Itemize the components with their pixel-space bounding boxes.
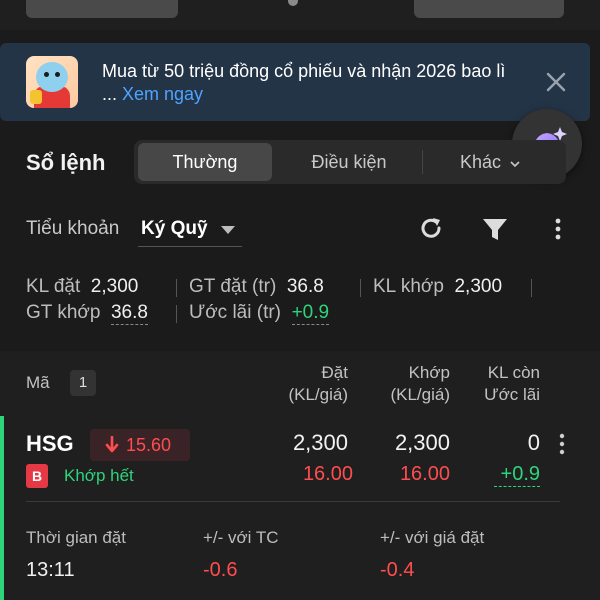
row-uoc-lai: +0.9	[494, 463, 540, 487]
current-price: 15.60	[126, 435, 172, 455]
promo-link[interactable]: Xem ngay	[122, 84, 203, 104]
tab-divider	[422, 150, 423, 174]
kl-con: 0	[527, 430, 540, 455]
close-icon[interactable]	[544, 70, 568, 94]
stat-uoc-lai: Ước lãi (tr) +0.9	[189, 302, 330, 325]
order-status: Khớp hết	[64, 466, 134, 485]
order-time-label: Thời gian đặt	[26, 528, 126, 547]
subaccount-label: Tiểu khoản	[26, 218, 120, 239]
stat-gt-khop: GT khớp 36.8	[26, 302, 148, 325]
top-indicator	[288, 0, 298, 6]
vs-tc-value: -0.6	[203, 559, 238, 581]
dat-kl: 2,300	[292, 430, 348, 455]
row-more-icon[interactable]	[558, 432, 566, 456]
vs-order-price-value: -0.4	[380, 559, 415, 581]
column-header-khop: Khớp (KL/giá)	[390, 363, 450, 404]
tab-khac[interactable]: Khác	[434, 143, 564, 181]
top-right-button[interactable]	[414, 0, 564, 18]
promo-text-line2: ... Xem ngay	[102, 84, 204, 104]
order-type-tabs: Thường Điều kiện Khác	[134, 140, 566, 184]
khop-kl: 2,300	[394, 430, 450, 455]
chevron-down-icon	[510, 161, 520, 168]
top-strip	[0, 0, 600, 30]
tab-dieu-kien[interactable]: Điều kiện	[284, 143, 414, 181]
stat-separator	[531, 279, 532, 297]
row-divider	[26, 501, 560, 502]
vs-tc-label: +/- với TC	[203, 528, 279, 547]
stat-separator	[176, 279, 177, 297]
page-title: Sổ lệnh	[26, 150, 106, 175]
stat-gt-dat: GT đặt (tr) 36.8	[189, 276, 324, 297]
tab-thuong[interactable]: Thường	[138, 143, 272, 181]
subaccount-underline	[138, 246, 242, 247]
column-header-ma: Mã	[26, 373, 50, 392]
refresh-icon[interactable]	[416, 214, 446, 244]
more-vertical-icon[interactable]	[545, 214, 575, 244]
filter-icon[interactable]	[480, 214, 510, 244]
stat-separator	[176, 305, 177, 323]
dropdown-caret-icon[interactable]	[220, 225, 236, 235]
order-symbol[interactable]: HSG	[26, 431, 74, 457]
promo-banner[interactable]	[0, 43, 590, 121]
stat-kl-dat: KL đặt 2,300	[26, 276, 139, 297]
subaccount-select[interactable]: Ký Quỹ	[141, 218, 208, 240]
arrow-down-icon	[105, 436, 119, 453]
stat-separator	[360, 279, 361, 297]
vs-order-price-label: +/- với giá đặt	[380, 528, 485, 547]
khop-gia: 16.00	[399, 463, 450, 485]
stat-kl-khop: KL khớp 2,300	[373, 276, 503, 297]
dat-gia: 16.00	[302, 463, 353, 485]
promo-image	[26, 56, 78, 108]
price-chip: 15.60	[90, 429, 190, 461]
side-badge: B	[26, 464, 48, 488]
promo-text: Mua từ 50 triệu đồng cổ phiếu và nhận 20…	[102, 61, 506, 81]
top-left-button[interactable]	[26, 0, 178, 18]
column-header-dat: Đặt (KL/giá)	[288, 363, 348, 404]
column-header-kl-con: KL còn Ước lãi	[484, 363, 540, 404]
row-accent-bar	[0, 416, 4, 600]
order-time: 13:11	[26, 559, 75, 581]
order-count-badge: 1	[70, 370, 96, 396]
